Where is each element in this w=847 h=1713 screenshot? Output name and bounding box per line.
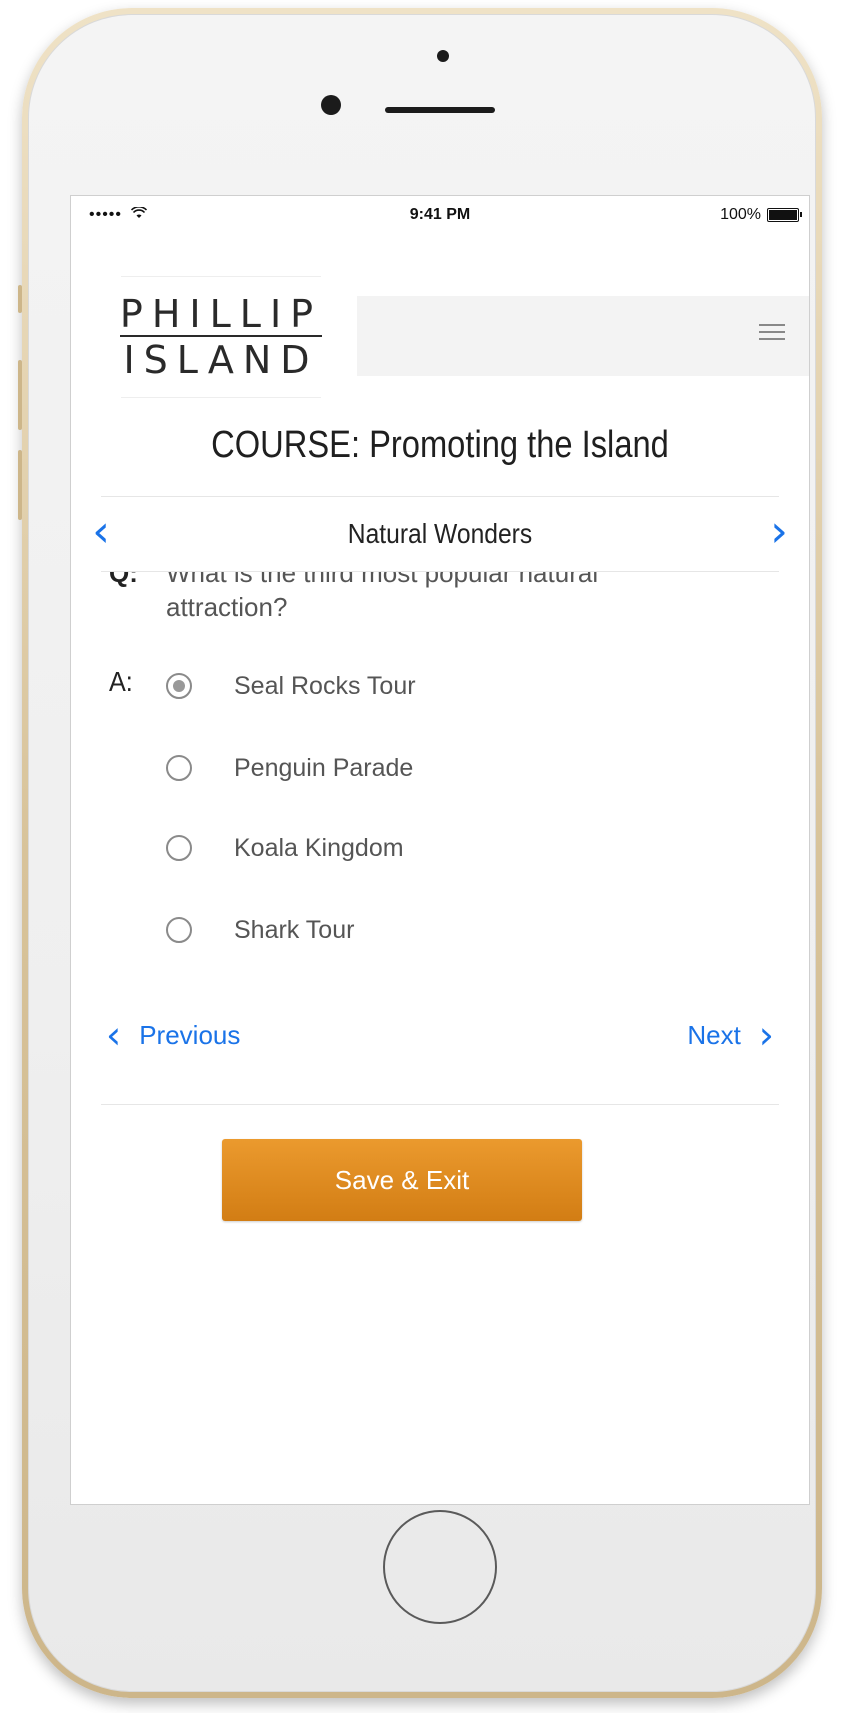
hamburger-icon[interactable] [759,324,785,342]
radio-button[interactable] [166,755,192,781]
divider [101,496,779,497]
radio-button[interactable] [166,673,192,699]
question-pager: ‹ Previous Next › [71,1016,809,1066]
mute-switch [18,285,22,313]
battery-indicator: 100% [720,206,802,224]
chevron-right-icon: › [758,1013,774,1057]
previous-label: Previous [139,1019,241,1050]
status-bar: ••••• 9:41 PM 100% [71,196,809,234]
answer-text: Koala Kingdom [234,833,404,862]
chevron-left-icon: ‹ [106,1013,122,1057]
logo-line-2: ISLAND [123,338,319,382]
header-band [357,296,809,376]
answer-text: Seal Rocks Tour [234,671,416,700]
answer-option-seal-rocks[interactable]: Seal Rocks Tour [166,666,416,706]
volume-down-button [18,450,22,520]
logo-line-1: PHILLIP [119,292,323,337]
question-area: Q: What is the third most popular natura… [71,572,809,672]
radio-button[interactable] [166,917,192,943]
home-button[interactable] [383,1510,497,1624]
proximity-sensor [437,50,449,62]
site-header: PHILLIP ISLAND [71,266,809,406]
question-text: What is the third most popular natural a… [166,572,599,622]
phone-screen: ••••• 9:41 PM 100% PHILLIP ISLAND COURSE… [70,195,810,1505]
chevron-right-icon[interactable]: › [759,510,799,554]
answer-option-penguin-parade[interactable]: Penguin Parade [166,748,413,788]
status-time: 9:41 PM [409,206,471,223]
section-nav: ‹ Natural Wonders › [71,506,809,566]
volume-up-button [18,360,22,430]
radio-button[interactable] [166,835,192,861]
battery-percent: 100% [720,206,761,223]
next-button[interactable]: Next › [687,1016,774,1054]
question-label: Q: [109,572,138,588]
battery-icon [767,208,802,222]
earpiece-speaker [385,107,495,113]
answer-option-shark-tour[interactable]: Shark Tour [166,910,354,950]
front-camera [321,95,341,115]
phillip-island-logo[interactable]: PHILLIP ISLAND [119,276,323,398]
answer-text: Shark Tour [234,915,355,944]
save-exit-button[interactable]: Save & Exit [222,1139,582,1221]
divider [101,1104,779,1105]
course-title: COURSE: Promoting the Island [211,424,669,466]
answer-option-koala-kingdom[interactable]: Koala Kingdom [166,828,404,868]
next-label: Next [687,1019,741,1050]
previous-button[interactable]: ‹ Previous [106,1016,240,1054]
answer-text: Penguin Parade [234,753,414,782]
answer-label: A: [109,666,133,697]
section-title: Natural Wonders [347,518,533,549]
